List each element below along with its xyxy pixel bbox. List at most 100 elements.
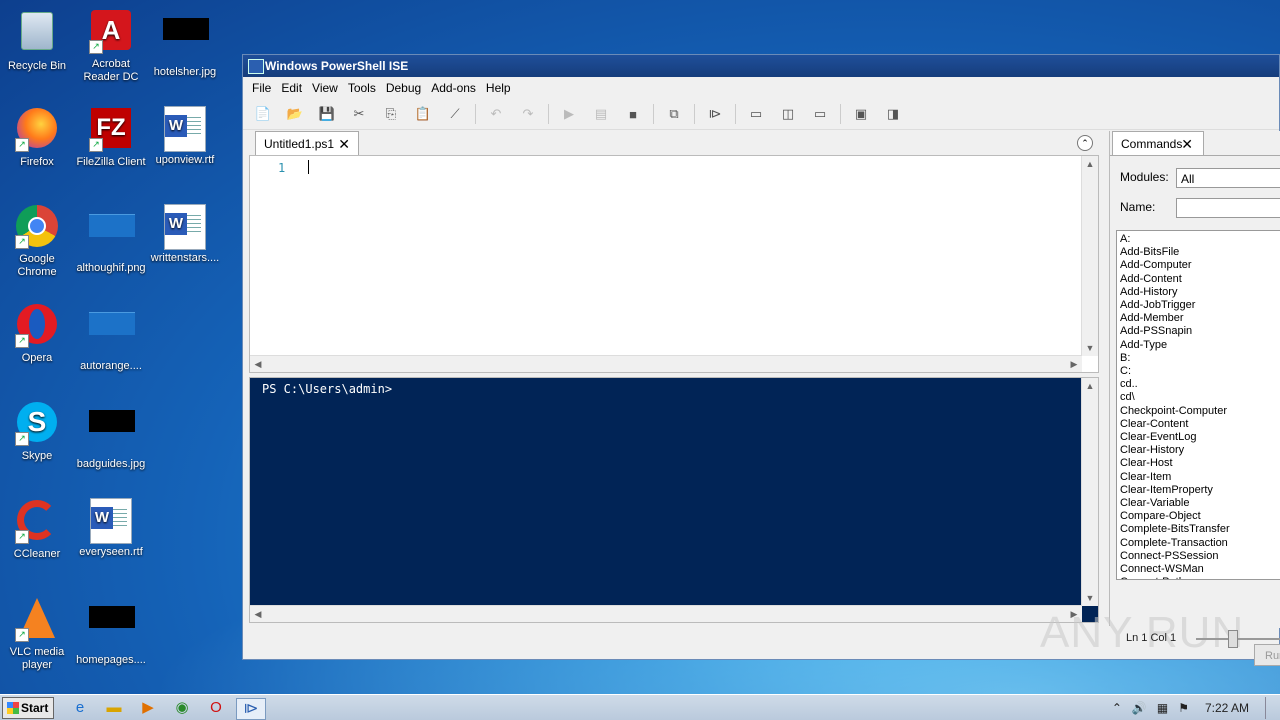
open-folder-icon[interactable]: 📂 [283,103,307,125]
command-list-item[interactable]: Convert-Path [1120,576,1280,579]
console-horizontal-scrollbar[interactable]: ◀ ▶ [250,605,1082,622]
desktop-icon-althoughif[interactable]: althoughif.png [74,204,148,275]
scroll-down-icon[interactable]: ▼ [1082,590,1098,606]
file-explorer-icon[interactable]: ▬ [104,698,124,718]
command-list-item[interactable]: Add-History [1120,286,1280,299]
chrome-icon[interactable]: ◉ [172,698,192,718]
command-list-item[interactable]: Clear-Item [1120,471,1280,484]
volume-icon[interactable]: 🔊 [1132,701,1147,715]
command-list-item[interactable]: Clear-Content [1120,418,1280,431]
menu-view[interactable]: View [307,81,343,95]
menu-help[interactable]: Help [481,81,516,95]
desktop-icon-chrome[interactable]: ↗ Google Chrome [0,204,74,279]
close-icon[interactable]: ✕ [1181,132,1193,156]
desktop-icon-writtenstars[interactable]: W writtenstars.... [148,204,222,265]
command-list-item[interactable]: Clear-ItemProperty [1120,484,1280,497]
menu-file[interactable]: File [247,81,276,95]
show-command-window-icon[interactable]: ▣ [849,103,873,125]
powershell-console-icon[interactable]: ⧐ [703,103,727,125]
console-pane[interactable]: PS C:\Users\admin> ▲ ▼ ◀ ▶ [249,377,1099,623]
layout-top-icon[interactable]: ▭ [744,103,768,125]
show-desktop-button[interactable] [1265,697,1280,719]
desktop-icon-ccleaner[interactable]: ↗ CCleaner [0,498,74,561]
command-list-item[interactable]: Connect-WSMan [1120,563,1280,576]
desktop-icon-acrobat[interactable]: A ↗ Acrobat Reader DC [74,8,148,84]
command-list-item[interactable]: Clear-Variable [1120,497,1280,510]
command-list-item[interactable]: Clear-Host [1120,457,1280,470]
command-list-item[interactable]: Add-JobTrigger [1120,299,1280,312]
media-player-icon[interactable]: ▶ [138,698,158,718]
scroll-up-icon[interactable]: ▲ [1082,378,1098,394]
command-list-item[interactable]: Add-PSSnapin [1120,325,1280,338]
paste-icon[interactable]: 📋 [411,103,435,125]
desktop-icon-uponview[interactable]: W uponview.rtf [148,106,222,167]
start-button[interactable]: Start [2,697,54,719]
taskbar-powershell-ise[interactable]: ⧐ [236,698,266,720]
scroll-left-icon[interactable]: ◀ [250,606,266,622]
desktop-icon-skype[interactable]: S ↗ Skype [0,400,74,463]
show-hidden-icons-icon[interactable]: ⌃ [1112,701,1122,715]
copy-icon[interactable]: ⎘ [379,103,403,125]
command-list-item[interactable]: Add-Type [1120,339,1280,352]
desktop-icon-autorange[interactable]: autorange.... [74,302,148,373]
menu-addons[interactable]: Add-ons [426,81,481,95]
command-list-item[interactable]: Complete-BitsTransfer [1120,523,1280,536]
command-list-item[interactable]: Compare-Object [1120,510,1280,523]
layout-right-icon[interactable]: ◫ [776,103,800,125]
clear-console-icon[interactable]: ⟋ [443,103,467,125]
menu-edit[interactable]: Edit [276,81,307,95]
desktop-icon-everyseen[interactable]: W everyseen.rtf [74,498,148,559]
menu-tools[interactable]: Tools [343,81,381,95]
menu-debug[interactable]: Debug [381,81,426,95]
script-horizontal-scrollbar[interactable]: ◀ ▶ [250,355,1082,372]
redo-icon[interactable]: ↷ [516,103,540,125]
tab-untitled1[interactable]: Untitled1.ps1 ✕ [255,131,359,155]
command-list-item[interactable]: C: [1120,365,1280,378]
collapse-script-pane-icon[interactable]: ⌃ [1077,135,1093,151]
desktop-icon-homepages[interactable]: homepages.... [74,596,148,667]
desktop-icon-recycle-bin[interactable]: Recycle Bin [0,8,74,73]
opera-icon[interactable]: O [206,698,226,718]
action-center-flag-icon[interactable]: ⚑ [1178,701,1189,715]
scroll-down-icon[interactable]: ▼ [1082,340,1098,356]
scroll-right-icon[interactable]: ▶ [1066,356,1082,372]
modules-select[interactable]: All [1176,168,1280,188]
command-list-item[interactable]: Add-BitsFile [1120,246,1280,259]
desktop-icon-badguides[interactable]: badguides.jpg [74,400,148,471]
command-list-item[interactable]: Clear-EventLog [1120,431,1280,444]
cut-icon[interactable]: ✂ [347,103,371,125]
script-pane[interactable]: 1 ▲ ▼ ◀ ▶ [249,155,1099,373]
undo-icon[interactable]: ↶ [484,103,508,125]
show-command-addon-icon[interactable]: ◨ [881,103,905,125]
command-list-item[interactable]: Add-Member [1120,312,1280,325]
clock[interactable]: 7:22 AM [1205,701,1249,715]
command-list-item[interactable]: B: [1120,352,1280,365]
command-list-item[interactable]: cd\ [1120,391,1280,404]
run-selection-icon[interactable]: ▤ [589,103,613,125]
save-icon[interactable]: 💾 [315,103,339,125]
command-list-item[interactable]: Connect-PSSession [1120,550,1280,563]
stop-icon[interactable]: ■ [621,103,645,125]
tab-commands[interactable]: Commands ✕ [1112,131,1204,155]
command-list-item[interactable]: cd.. [1120,378,1280,391]
command-list-item[interactable]: Clear-History [1120,444,1280,457]
name-input[interactable] [1176,198,1280,218]
layout-max-icon[interactable]: ▭ [808,103,832,125]
desktop-icon-vlc[interactable]: ↗ VLC media player [0,596,74,672]
desktop-icon-firefox[interactable]: ↗ Firefox [0,106,74,169]
command-list-item[interactable]: Add-Content [1120,273,1280,286]
run-script-icon[interactable]: ▶ [557,103,581,125]
scroll-left-icon[interactable]: ◀ [250,356,266,372]
commands-list[interactable]: A: Add-BitsFile Add-Computer Add-Content Add… [1116,230,1280,580]
console-vertical-scrollbar[interactable]: ▲ ▼ [1081,378,1098,606]
command-list-item[interactable]: A: [1120,233,1280,246]
desktop-icon-hotelsher[interactable]: hotelsher.jpg [148,8,222,79]
command-list-item[interactable]: Complete-Transaction [1120,537,1280,550]
desktop-icon-opera[interactable]: ↗ Opera [0,302,74,365]
command-list-item[interactable]: Checkpoint-Computer [1120,405,1280,418]
scroll-up-icon[interactable]: ▲ [1082,156,1098,172]
script-vertical-scrollbar[interactable]: ▲ ▼ [1081,156,1098,356]
zoom-slider[interactable] [1228,630,1238,648]
title-bar[interactable]: Windows PowerShell ISE [243,55,1279,77]
desktop-icon-filezilla[interactable]: FZ ↗ FileZilla Client [74,106,148,169]
